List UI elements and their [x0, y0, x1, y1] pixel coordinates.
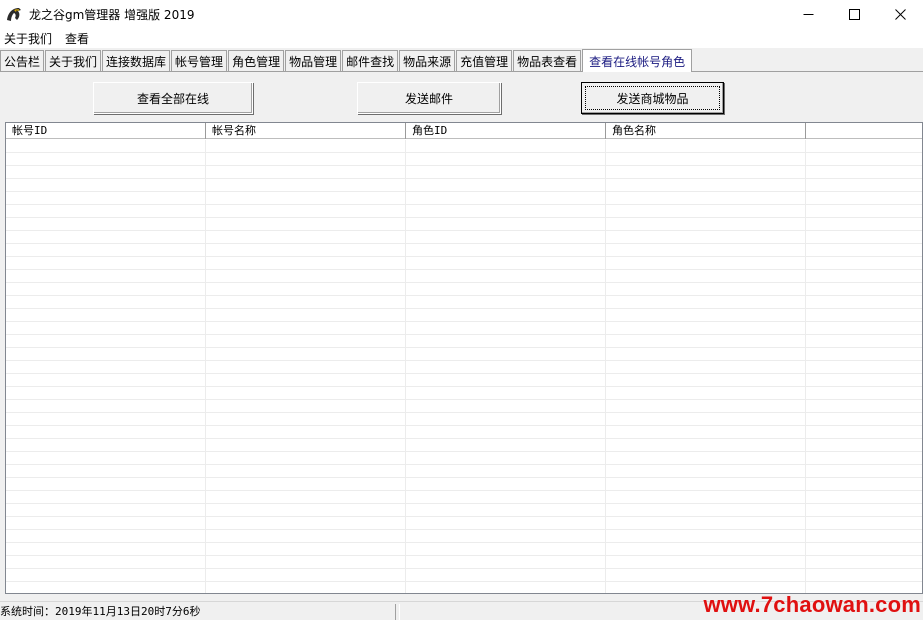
tab-character-management[interactable]: 角色管理: [228, 50, 285, 71]
status-system-time: 系统时间：2019年11月13日20时7分6秒: [0, 604, 396, 620]
tab-view-online-accounts[interactable]: 查看在线帐号角色: [582, 49, 693, 72]
maximize-button[interactable]: [831, 0, 877, 28]
tab-mail-search[interactable]: 邮件查找: [342, 50, 399, 71]
tab-about-us[interactable]: 关于我们: [45, 50, 102, 71]
menu-bar: 关于我们 查看: [0, 28, 923, 48]
tab-item-management[interactable]: 物品管理: [285, 50, 342, 71]
column-character-id[interactable]: 角色ID: [406, 123, 606, 139]
list-body: [6, 140, 922, 593]
minimize-icon: [803, 13, 813, 15]
grid-line: [205, 140, 206, 593]
grid-line: [605, 140, 606, 593]
dragon-app-icon: [7, 8, 21, 21]
window-title: 龙之谷gm管理器 增强版 2019: [29, 7, 195, 22]
tab-item-table-view[interactable]: 物品表查看: [513, 50, 582, 71]
column-account-name[interactable]: 帐号名称: [206, 123, 406, 139]
grid-line: [405, 140, 406, 593]
send-mail-button[interactable]: 发送邮件: [357, 82, 501, 114]
close-icon: [894, 8, 906, 20]
send-mall-items-button[interactable]: 发送商城物品: [581, 82, 724, 114]
grid-line: [805, 140, 806, 593]
view-all-online-button[interactable]: 查看全部在线: [93, 82, 253, 114]
tab-item-source[interactable]: 物品来源: [399, 50, 456, 71]
tab-account-management[interactable]: 帐号管理: [171, 50, 228, 71]
maximize-icon: [848, 8, 860, 20]
tab-strip: 公告栏 关于我们 连接数据库 帐号管理 角色管理 物品管理 邮件查找 物品来源 …: [0, 49, 923, 72]
close-button[interactable]: [877, 0, 923, 28]
list-header: 帐号ID 帐号名称 角色ID 角色名称: [6, 123, 922, 139]
tab-connect-database[interactable]: 连接数据库: [102, 50, 171, 71]
online-accounts-list[interactable]: 帐号ID 帐号名称 角色ID 角色名称: [5, 122, 923, 594]
menu-view[interactable]: 查看: [61, 30, 94, 47]
column-extra[interactable]: [806, 123, 922, 139]
minimize-button[interactable]: [785, 0, 831, 28]
column-character-name[interactable]: 角色名称: [606, 123, 806, 139]
tab-bulletin[interactable]: 公告栏: [0, 50, 45, 71]
tab-recharge-management[interactable]: 充值管理: [456, 50, 513, 71]
title-bar: 龙之谷gm管理器 增强版 2019: [0, 0, 923, 28]
watermark-text: www.7chaowan.com: [703, 592, 921, 617]
column-account-id[interactable]: 帐号ID: [6, 123, 206, 139]
window-controls: [785, 0, 923, 28]
menu-about-us[interactable]: 关于我们: [0, 30, 57, 47]
